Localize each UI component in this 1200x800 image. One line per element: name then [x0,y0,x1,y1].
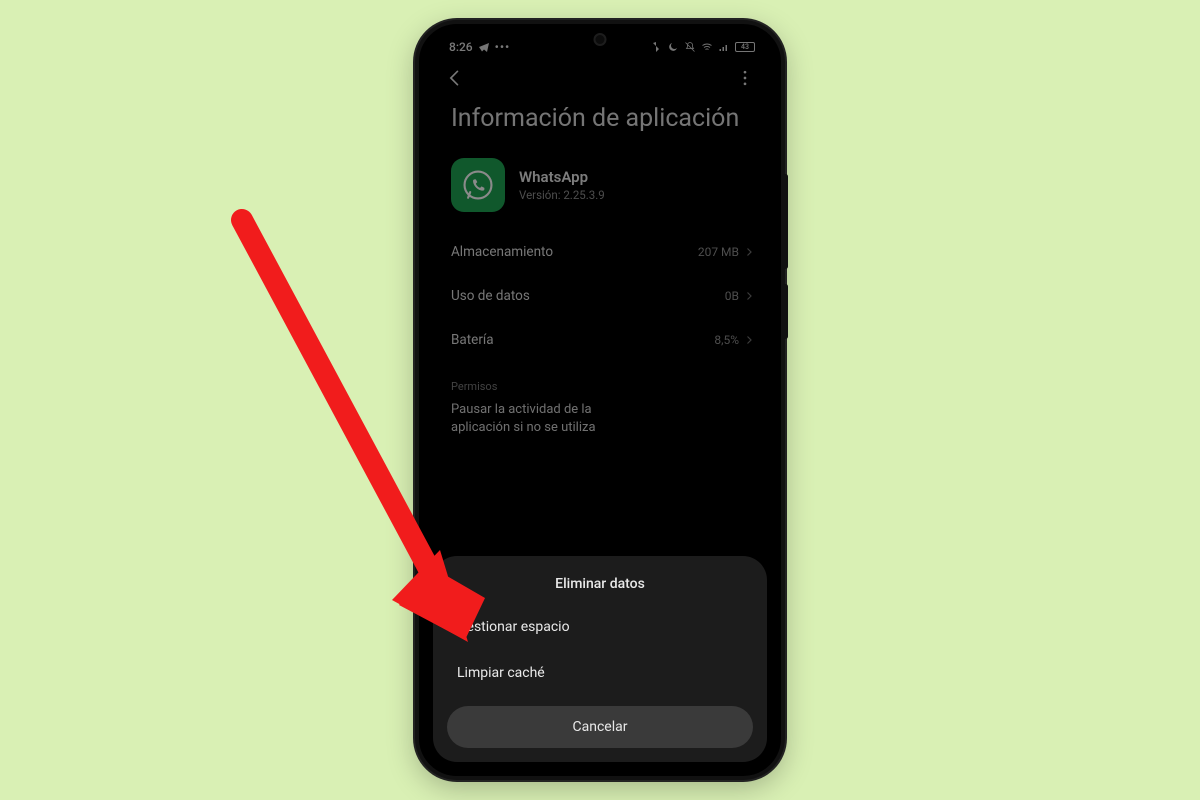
sheet-cancel-button[interactable]: Cancelar [447,706,753,748]
row-value: 207 MB [698,245,739,259]
row-data-usage[interactable]: Uso de datos 0B [425,274,775,318]
row-label: Almacenamiento [451,244,553,260]
battery-text: 43 [741,43,749,51]
row-storage[interactable]: Almacenamiento 207 MB [425,230,775,274]
back-button[interactable] [439,62,471,94]
row-label: Uso de datos [451,288,530,304]
row-value: 8,5% [714,333,739,347]
battery-indicator: 43 [735,42,755,52]
row-value: 0B [725,289,739,303]
permissions-header: Permisos [425,362,775,397]
overflow-menu-button[interactable] [729,62,761,94]
app-name: WhatsApp [519,168,605,186]
moon-icon [667,41,679,53]
cancel-label: Cancelar [573,719,628,735]
app-version: Versión: 2.25.3.9 [519,188,605,202]
app-meta: WhatsApp Versión: 2.25.3.9 [519,168,605,202]
chevron-right-icon [743,246,755,258]
signal-icon [718,41,730,53]
phone-camera-cutout [594,33,607,46]
phone-screen: 8:26 ••• 43 [425,30,775,770]
page-title: Información de aplicación [425,98,775,152]
row-battery[interactable]: Batería 8,5% [425,318,775,362]
telegram-icon [478,41,490,53]
whatsapp-icon [451,158,505,212]
sheet-manage-space[interactable]: Gestionar espacio [447,604,753,650]
delete-data-sheet: Eliminar datos Gestionar espacio Limpiar… [433,556,767,762]
status-time: 8:26 [449,40,473,54]
chevron-right-icon [743,290,755,302]
sheet-title: Eliminar datos [447,572,753,604]
app-header: WhatsApp Versión: 2.25.3.9 [425,152,775,230]
pause-activity-label: Pausar la actividad de la aplicación si … [425,397,665,437]
mute-icon [684,41,696,53]
chevron-right-icon [743,334,755,346]
wifi-icon [701,41,713,53]
app-bar [425,58,775,98]
phone-side-button [783,174,788,269]
row-label: Batería [451,332,494,348]
sheet-clear-cache[interactable]: Limpiar caché [447,650,753,696]
arrow-left-icon [445,68,465,88]
phone-side-button [783,284,788,339]
more-vertical-icon [735,68,755,88]
bluetooth-icon [650,41,662,53]
phone-frame: 8:26 ••• 43 [415,20,785,780]
status-more-icon: ••• [495,40,511,54]
